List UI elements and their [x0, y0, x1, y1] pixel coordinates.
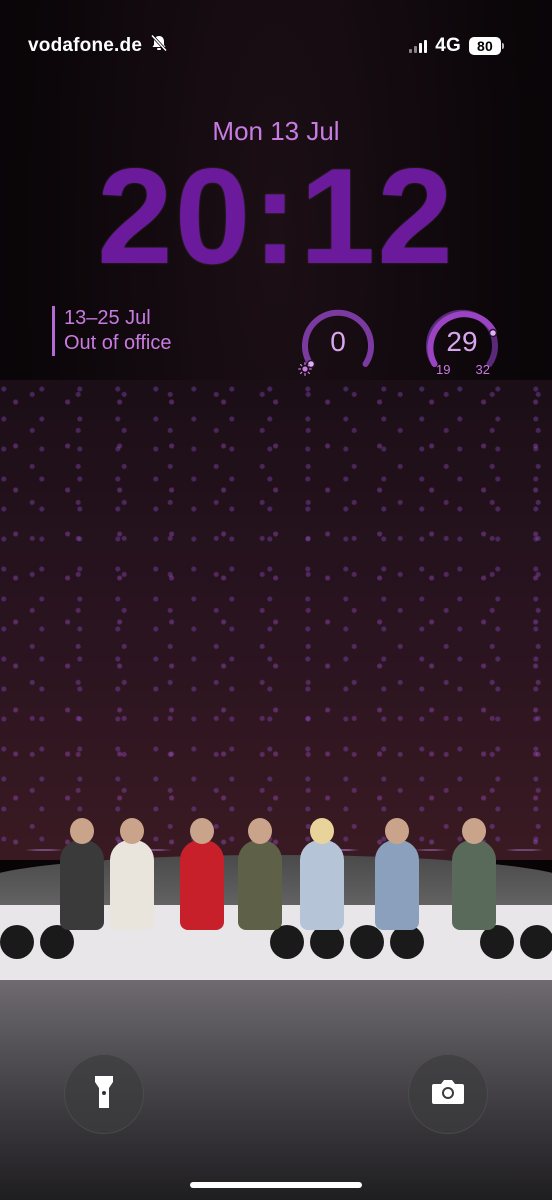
flashlight-button[interactable] [64, 1054, 144, 1134]
signal-bars-icon [409, 39, 428, 53]
uv-index-widget[interactable]: 0 [298, 304, 378, 384]
camera-icon [430, 1078, 466, 1111]
temperature-widget[interactable]: 29 19 32 [422, 304, 502, 384]
wallpaper-performer [60, 818, 104, 930]
temperature-low: 19 [436, 362, 451, 377]
temperature-current: 29 [446, 326, 478, 357]
calendar-widget[interactable]: 13–25 Jul Out of office [52, 306, 171, 356]
battery-icon: 80 [469, 37, 504, 55]
temperature-high: 32 [475, 362, 490, 377]
wallpaper-performer [110, 818, 154, 930]
home-indicator[interactable] [190, 1182, 362, 1188]
wallpaper-performer [300, 818, 344, 930]
uv-index-value: 0 [330, 326, 346, 357]
flashlight-icon [93, 1074, 115, 1115]
wallpaper-performer [452, 818, 496, 930]
lock-time: 20:12 [97, 140, 455, 292]
wallpaper-performer [238, 818, 282, 930]
wallpaper-performer [375, 818, 419, 930]
camera-button[interactable] [408, 1054, 488, 1134]
calendar-event-label: Out of office [64, 332, 172, 354]
wallpaper-performer [180, 818, 224, 930]
bell-slash-icon [150, 34, 168, 58]
wallpaper-crowd [0, 380, 552, 860]
calendar-range: 13–25 Jul [64, 307, 151, 329]
status-bar: vodafone.de 4G 80 [28, 34, 504, 58]
network-type: 4G [435, 35, 461, 56]
battery-level: 80 [469, 37, 501, 55]
carrier-name: vodafone.de [28, 35, 143, 56]
